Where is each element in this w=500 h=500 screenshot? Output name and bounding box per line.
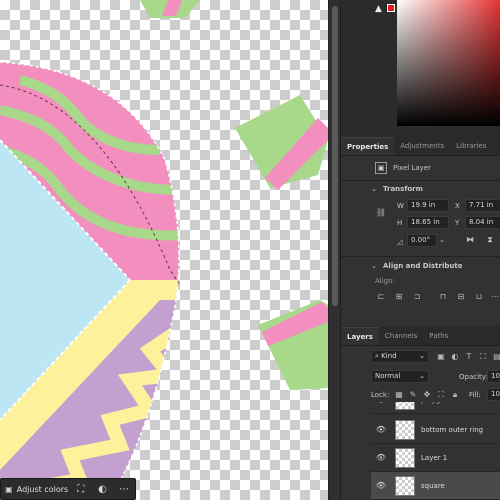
- x-label: X: [455, 202, 460, 210]
- y-label: Y: [455, 219, 460, 227]
- adjust-colors-button[interactable]: Adjust colors: [17, 485, 70, 494]
- right-panel: ▲ Properties Adjustments Libraries ▣ Pix…: [340, 0, 500, 500]
- layer-thumbnail: [395, 419, 415, 440]
- flip-vertical-icon[interactable]: ⧗: [484, 234, 496, 246]
- lock-transparent-icon[interactable]: ▦: [393, 389, 405, 401]
- align-left-edges-icon[interactable]: ⊏: [375, 291, 387, 303]
- layer-row-selected[interactable]: 👁︎ square: [371, 472, 500, 500]
- gamut-warning-swatch[interactable]: [387, 4, 395, 12]
- lock-all-icon[interactable]: 🔒︎: [449, 389, 461, 401]
- flip-horizontal-icon[interactable]: ⧓: [464, 234, 476, 246]
- fill-label: Fill:: [469, 391, 481, 399]
- opacity-field[interactable]: 100: [487, 370, 500, 383]
- angle-dropdown-icon[interactable]: ⌄: [439, 236, 445, 244]
- transform-title: Transform: [383, 185, 423, 193]
- align-horizontal-centers-icon[interactable]: ⊞: [393, 291, 405, 303]
- visibility-eye-icon[interactable]: 👁︎: [371, 402, 391, 404]
- crop-icon[interactable]: ⛶: [70, 484, 92, 495]
- lock-position-icon[interactable]: ✥: [421, 389, 433, 401]
- layer-filter-select[interactable]: ⌕ Kind ⌄: [371, 350, 429, 363]
- height-field[interactable]: 18.65 in: [407, 216, 449, 229]
- layer-name[interactable]: bottom outer ring: [421, 426, 483, 434]
- layer-thumbnail: [395, 447, 415, 468]
- lock-label: Lock:: [371, 391, 390, 399]
- visibility-eye-icon[interactable]: 👁︎: [371, 453, 391, 462]
- align-chevron-icon[interactable]: ⌄: [371, 262, 377, 270]
- layer-row[interactable]: 👁︎ polygons: [371, 402, 500, 414]
- layer-row[interactable]: 👁︎ bottom outer ring: [371, 416, 500, 444]
- layer-name[interactable]: square: [421, 482, 445, 490]
- warning-icon[interactable]: ▲: [375, 4, 382, 14]
- layer-thumbnail: [395, 475, 415, 496]
- more-options-icon[interactable]: ⋯: [113, 484, 135, 495]
- filter-kind-value: Kind: [381, 352, 397, 360]
- align-title: Align and Distribute: [383, 262, 463, 270]
- opacity-label: Opacity:: [459, 373, 488, 381]
- x-field[interactable]: 7.71 in: [465, 199, 500, 212]
- layer-type-label: Pixel Layer: [393, 164, 431, 172]
- tab-libraries[interactable]: Libraries: [450, 137, 492, 155]
- align-top-edges-icon[interactable]: ⊓: [437, 291, 449, 303]
- layers-tabs: Layers Channels Paths: [341, 326, 500, 346]
- main-circle-shape: [0, 62, 179, 500]
- tab-paths[interactable]: Paths: [423, 327, 454, 345]
- color-field[interactable]: [397, 0, 500, 126]
- y-field[interactable]: 8.04 in: [465, 216, 500, 229]
- properties-tabs: Properties Adjustments Libraries: [341, 136, 500, 156]
- angle-field[interactable]: 0.00°: [407, 234, 437, 247]
- chevron-down-icon: ⌄: [419, 352, 425, 360]
- filter-shape-icon[interactable]: ⛶: [477, 351, 489, 363]
- artwork: [0, 0, 328, 500]
- width-field[interactable]: 19.9 in: [407, 199, 449, 212]
- blend-mode-select[interactable]: Normal ⌄: [371, 370, 429, 383]
- lock-artboard-icon[interactable]: ⛶: [435, 389, 447, 401]
- layer-thumbnail: [395, 402, 415, 410]
- color-picker[interactable]: ▲: [341, 0, 500, 136]
- pixel-layer-icon: ▣: [375, 162, 387, 174]
- transform-chevron-icon[interactable]: ⌄: [371, 185, 377, 193]
- align-label: Align:: [375, 277, 395, 285]
- fill-field[interactable]: 100: [487, 388, 500, 401]
- layer-list: 👁︎ polygons 👁︎ bottom outer ring 👁︎ Laye…: [371, 402, 500, 500]
- link-icon[interactable]: ⛓: [375, 207, 387, 219]
- document-canvas[interactable]: [0, 0, 328, 500]
- adjustment-layer-icon[interactable]: ◐: [92, 484, 114, 495]
- tab-adjustments[interactable]: Adjustments: [394, 137, 450, 155]
- align-vertical-centers-icon[interactable]: ⊟: [455, 291, 467, 303]
- filter-pixel-icon[interactable]: ▣: [435, 351, 447, 363]
- layer-name[interactable]: polygons: [421, 402, 453, 404]
- tab-layers[interactable]: Layers: [341, 327, 379, 345]
- canvas-scrollbar[interactable]: [328, 0, 340, 500]
- height-label: H: [397, 219, 403, 227]
- align-right-edges-icon[interactable]: ⊐: [411, 291, 423, 303]
- blend-mode-value: Normal: [375, 372, 401, 380]
- filter-adjustment-icon[interactable]: ◐: [449, 351, 461, 363]
- layer-row[interactable]: 👁︎ Layer 1: [371, 444, 500, 472]
- angle-icon: ◿: [397, 238, 403, 246]
- chevron-down-icon: ⌄: [419, 372, 425, 380]
- align-bottom-edges-icon[interactable]: ⊔: [473, 291, 485, 303]
- visibility-eye-icon[interactable]: 👁︎: [371, 481, 391, 490]
- lock-image-icon[interactable]: ✎: [407, 389, 419, 401]
- more-align-icon[interactable]: ⋯: [489, 291, 500, 303]
- filter-type-icon[interactable]: T: [463, 351, 475, 363]
- visibility-eye-icon[interactable]: 👁︎: [371, 425, 391, 434]
- tab-properties[interactable]: Properties: [341, 137, 395, 155]
- filter-smart-object-icon[interactable]: ▤: [491, 351, 500, 363]
- width-label: W: [397, 202, 404, 210]
- contextual-taskbar: ▣ Adjust colors ⛶ ◐ ⋯: [0, 478, 136, 500]
- layer-name[interactable]: Layer 1: [421, 454, 447, 462]
- adjust-colors-icon[interactable]: ▣: [1, 485, 17, 494]
- tab-channels[interactable]: Channels: [379, 327, 423, 345]
